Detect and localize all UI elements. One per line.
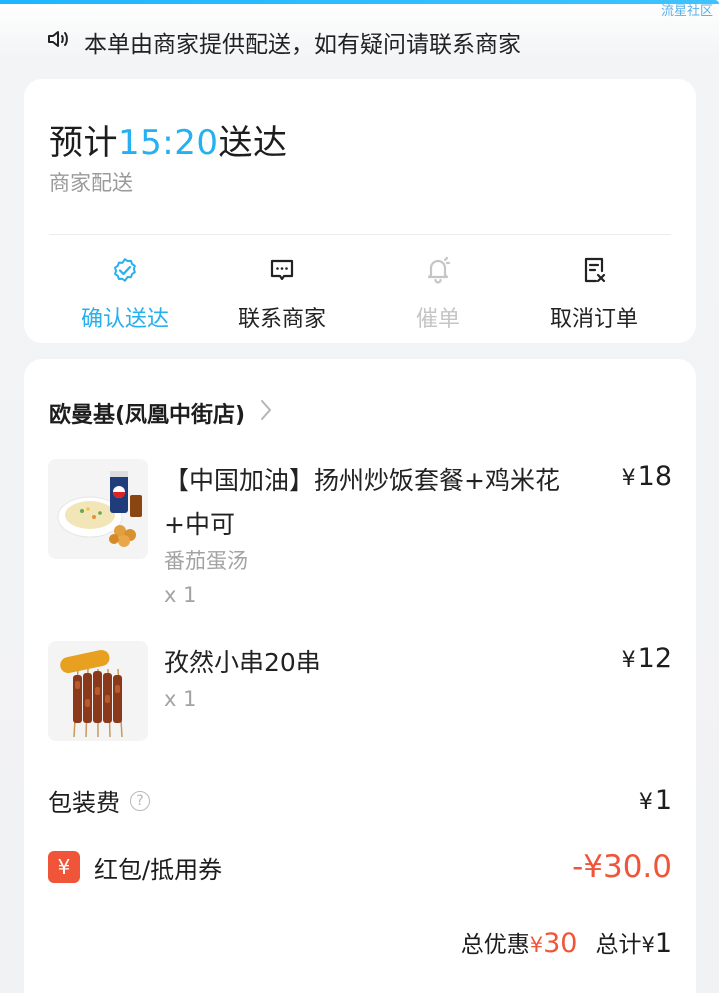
item-name: 孜然小串20串 bbox=[164, 648, 321, 677]
eta-time: 15:20 bbox=[118, 123, 219, 163]
item-spec: 番茄蛋汤 bbox=[164, 549, 248, 573]
packaging-fee-label: 包装费 bbox=[48, 789, 120, 817]
cancel-order-icon bbox=[579, 255, 609, 301]
cancel-order-button[interactable]: 取消订单 bbox=[524, 255, 664, 333]
help-icon[interactable]: ? bbox=[130, 790, 150, 811]
delivery-notice: 本单由商家提供配送，如有疑问请联系商家 bbox=[46, 26, 521, 58]
discount-label: 总优惠 bbox=[460, 932, 530, 958]
notice-text: 本单由商家提供配送，如有疑问请联系商家 bbox=[84, 32, 521, 58]
item-price: ¥18 bbox=[622, 461, 672, 492]
item-qty: x 1 bbox=[164, 583, 197, 607]
urge-order-button[interactable]: 催单 bbox=[368, 255, 508, 333]
coupon-label: 红包/抵用券 bbox=[94, 855, 223, 884]
item-price-value: 18 bbox=[637, 461, 672, 492]
eta-title: 预计15:20送达 bbox=[49, 115, 287, 164]
packaging-fee-row: 包装费 ? ¥1 bbox=[48, 783, 672, 818]
coupon-row[interactable]: ¥ 红包/抵用券 -¥30.0 bbox=[48, 849, 672, 885]
chat-icon bbox=[267, 255, 297, 301]
confirm-delivery-button[interactable]: 确认送达 bbox=[55, 255, 195, 333]
discount-amount: 30 bbox=[543, 928, 578, 959]
item-price-value: 12 bbox=[637, 643, 672, 674]
order-card: 欧曼基(凤凰中街店) 【中国加油】扬州炒饭套餐+鸡米花+中可 番茄蛋汤 x 1 … bbox=[24, 359, 696, 993]
packaging-fee-amount: 1 bbox=[654, 785, 672, 816]
check-circle-icon bbox=[110, 255, 140, 301]
watermark: 流星社区 bbox=[660, 4, 713, 19]
contact-merchant-button[interactable]: 联系商家 bbox=[212, 255, 352, 333]
delivery-card: 预计15:20送达 商家配送 确认送达 联系商家 催单 取消订单 bbox=[24, 79, 696, 343]
fried-rice-combo-image bbox=[48, 459, 148, 559]
order-item[interactable]: 【中国加油】扬州炒饭套餐+鸡米花+中可 番茄蛋汤 x 1 ¥18 bbox=[48, 459, 672, 619]
eta-prefix: 预计 bbox=[49, 123, 118, 163]
item-qty: x 1 bbox=[164, 687, 197, 711]
total-amount: 1 bbox=[654, 928, 672, 959]
top-accent-bar bbox=[0, 0, 719, 4]
speaker-icon bbox=[46, 27, 70, 57]
packaging-fee-value: ¥1 bbox=[639, 785, 672, 816]
confirm-delivery-label: 确认送达 bbox=[80, 307, 169, 332]
cancel-order-label: 取消订单 bbox=[549, 307, 638, 332]
currency-symbol: ¥ bbox=[621, 648, 636, 673]
chevron-right-icon bbox=[259, 398, 273, 428]
currency-symbol: ¥ bbox=[621, 466, 636, 491]
total-label: 总计 bbox=[595, 932, 642, 958]
item-name: 【中国加油】扬州炒饭套餐+鸡米花+中可 bbox=[164, 466, 560, 539]
eta-suffix: 送达 bbox=[218, 123, 288, 163]
currency-symbol: ¥ bbox=[641, 933, 655, 957]
coupon-icon: ¥ bbox=[48, 851, 80, 883]
shop-link[interactable]: 欧曼基(凤凰中街店) bbox=[49, 397, 273, 429]
currency-symbol: ¥ bbox=[638, 790, 653, 815]
discount-value: ¥30 bbox=[530, 928, 578, 959]
shop-name: 欧曼基(凤凰中街店) bbox=[49, 403, 246, 428]
contact-merchant-label: 联系商家 bbox=[237, 307, 326, 332]
urge-order-label: 催单 bbox=[415, 307, 460, 332]
skewers-image bbox=[48, 641, 148, 741]
currency-symbol: ¥ bbox=[529, 933, 544, 957]
order-item[interactable]: 孜然小串20串 x 1 ¥12 bbox=[48, 641, 672, 751]
bell-icon bbox=[423, 255, 453, 301]
total-value: ¥1 bbox=[641, 928, 672, 959]
coupon-value: -¥30.0 bbox=[572, 849, 672, 885]
delivery-method: 商家配送 bbox=[49, 171, 133, 195]
divider bbox=[49, 234, 671, 235]
order-totals: 总优惠 ¥30 总计 ¥1 bbox=[461, 925, 672, 959]
item-price: ¥12 bbox=[622, 643, 672, 674]
